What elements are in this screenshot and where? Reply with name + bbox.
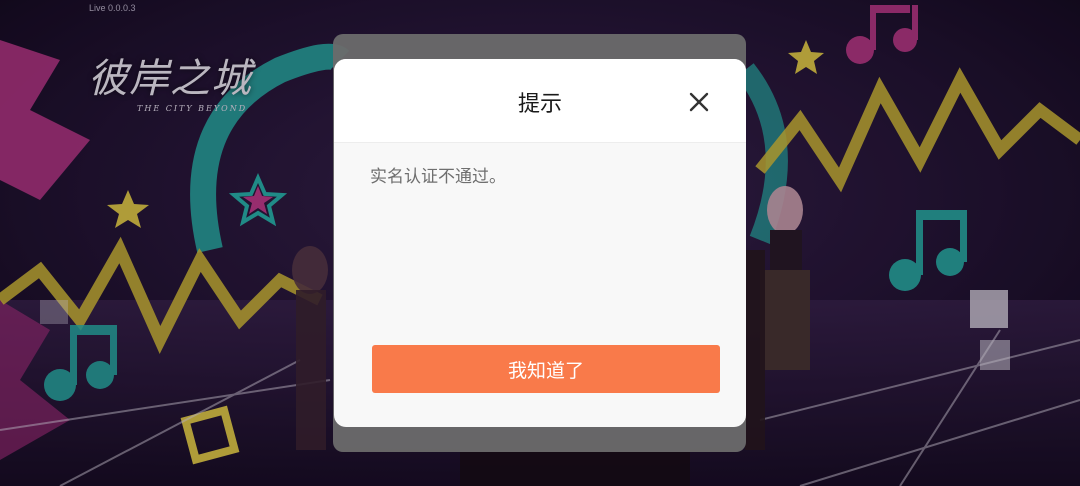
close-icon — [689, 92, 709, 112]
dialog-message: 实名认证不通过。 — [370, 167, 506, 187]
dialog-title: 提示 — [517, 92, 562, 117]
close-button[interactable] — [686, 89, 712, 115]
notice-dialog: 提示 实名认证不通过。 我知道了 — [334, 59, 746, 427]
confirm-button[interactable]: 我知道了 — [372, 345, 720, 393]
dialog-header: 提示 — [334, 59, 746, 143]
